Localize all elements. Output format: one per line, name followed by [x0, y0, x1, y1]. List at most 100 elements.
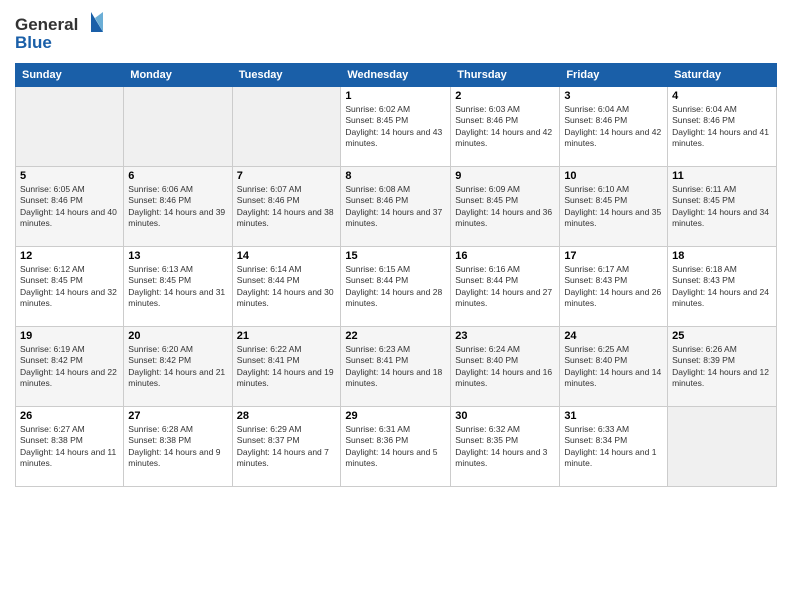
day-cell: 15Sunrise: 6:15 AMSunset: 8:44 PMDayligh…	[341, 247, 451, 327]
day-number: 5	[20, 170, 119, 182]
day-info: Sunrise: 6:25 AMSunset: 8:40 PMDaylight:…	[564, 344, 663, 390]
week-row-2: 5 Sunrise: 6:05 AMSunset: 8:46 PMDaylight…	[16, 167, 777, 247]
day-info: Sunrise: 6:13 AMSunset: 8:45 PMDaylight:…	[128, 264, 227, 310]
day-info: Sunrise: 6:20 AMSunset: 8:42 PMDaylight:…	[128, 344, 227, 390]
day-cell: 16Sunrise: 6:16 AMSunset: 8:44 PMDayligh…	[451, 247, 560, 327]
day-number: 10	[564, 170, 663, 182]
day-cell: 22 Sunrise: 6:23 AMSunset: 8:41 PMDayligh…	[341, 327, 451, 407]
day-info: Sunrise: 6:33 AMSunset: 8:34 PMDaylight:…	[564, 424, 663, 470]
day-info: Sunrise: 6:26 AMSunset: 8:39 PMDaylight:…	[672, 344, 772, 390]
day-info: Sunrise: 6:11 AMSunset: 8:45 PMDaylight:…	[672, 184, 772, 230]
weekday-header-thursday: Thursday	[451, 64, 560, 87]
svg-text:Blue: Blue	[15, 33, 52, 52]
day-info: Sunrise: 6:16 AMSunset: 8:44 PMDaylight:…	[455, 264, 555, 310]
day-number: 20	[128, 330, 227, 342]
weekday-header-saturday: Saturday	[668, 64, 777, 87]
day-cell: 13 Sunrise: 6:13 AMSunset: 8:45 PMDayligh…	[124, 247, 232, 327]
day-info: Sunrise: 6:04 AMSunset: 8:46 PMDaylight:…	[564, 104, 663, 150]
svg-text:General: General	[15, 15, 78, 34]
day-number: 7	[237, 170, 337, 182]
day-info: Sunrise: 6:07 AMSunset: 8:46 PMDaylight:…	[237, 184, 337, 230]
day-cell: 3 Sunrise: 6:04 AMSunset: 8:46 PMDaylight…	[560, 87, 668, 167]
day-cell: 9 Sunrise: 6:09 AMSunset: 8:45 PMDaylight…	[451, 167, 560, 247]
day-number: 29	[345, 410, 446, 422]
day-number: 23	[455, 330, 555, 342]
day-cell: 7 Sunrise: 6:07 AMSunset: 8:46 PMDaylight…	[232, 167, 341, 247]
day-info: Sunrise: 6:02 AMSunset: 8:45 PMDaylight:…	[345, 104, 446, 150]
day-info: Sunrise: 6:31 AMSunset: 8:36 PMDaylight:…	[345, 424, 446, 470]
day-number: 24	[564, 330, 663, 342]
day-info: Sunrise: 6:28 AMSunset: 8:38 PMDaylight:…	[128, 424, 227, 470]
day-cell: 26 Sunrise: 6:27 AMSunset: 8:38 PMDayligh…	[16, 407, 124, 487]
day-info: Sunrise: 6:29 AMSunset: 8:37 PMDaylight:…	[237, 424, 337, 470]
logo: General Blue	[15, 10, 105, 55]
header: General Blue	[15, 10, 777, 55]
day-number: 14	[237, 250, 337, 262]
day-cell: 20 Sunrise: 6:20 AMSunset: 8:42 PMDayligh…	[124, 327, 232, 407]
day-info: Sunrise: 6:17 AMSunset: 8:43 PMDaylight:…	[564, 264, 663, 310]
day-info: Sunrise: 6:03 AMSunset: 8:46 PMDaylight:…	[455, 104, 555, 150]
day-info: Sunrise: 6:27 AMSunset: 8:38 PMDaylight:…	[20, 424, 119, 470]
day-number: 15	[345, 250, 446, 262]
day-number: 8	[345, 170, 446, 182]
day-number: 19	[20, 330, 119, 342]
day-info: Sunrise: 6:23 AMSunset: 8:41 PMDaylight:…	[345, 344, 446, 390]
day-cell: 21 Sunrise: 6:22 AMSunset: 8:41 PMDayligh…	[232, 327, 341, 407]
day-cell: 6 Sunrise: 6:06 AMSunset: 8:46 PMDaylight…	[124, 167, 232, 247]
day-cell: 12 Sunrise: 6:12 AMSunset: 8:45 PMDayligh…	[16, 247, 124, 327]
day-cell	[668, 407, 777, 487]
day-info: Sunrise: 6:05 AMSunset: 8:46 PMDaylight:…	[20, 184, 119, 230]
day-number: 6	[128, 170, 227, 182]
day-cell: 30 Sunrise: 6:32 AMSunset: 8:35 PMDayligh…	[451, 407, 560, 487]
day-number: 30	[455, 410, 555, 422]
day-cell: 11 Sunrise: 6:11 AMSunset: 8:45 PMDayligh…	[668, 167, 777, 247]
day-number: 13	[128, 250, 227, 262]
day-info: Sunrise: 6:22 AMSunset: 8:41 PMDaylight:…	[237, 344, 337, 390]
day-number: 26	[20, 410, 119, 422]
day-info: Sunrise: 6:04 AMSunset: 8:46 PMDaylight:…	[672, 104, 772, 150]
day-info: Sunrise: 6:18 AMSunset: 8:43 PMDaylight:…	[672, 264, 772, 310]
day-cell: 31Sunrise: 6:33 AMSunset: 8:34 PMDayligh…	[560, 407, 668, 487]
day-number: 11	[672, 170, 772, 182]
day-number: 3	[564, 90, 663, 102]
day-number: 9	[455, 170, 555, 182]
day-info: Sunrise: 6:09 AMSunset: 8:45 PMDaylight:…	[455, 184, 555, 230]
day-number: 27	[128, 410, 227, 422]
day-cell: 5 Sunrise: 6:05 AMSunset: 8:46 PMDaylight…	[16, 167, 124, 247]
day-cell: 1 Sunrise: 6:02 AMSunset: 8:45 PMDaylight…	[341, 87, 451, 167]
day-cell: 17 Sunrise: 6:17 AMSunset: 8:43 PMDayligh…	[560, 247, 668, 327]
day-info: Sunrise: 6:06 AMSunset: 8:46 PMDaylight:…	[128, 184, 227, 230]
day-number: 21	[237, 330, 337, 342]
weekday-header-monday: Monday	[124, 64, 232, 87]
day-cell: 27 Sunrise: 6:28 AMSunset: 8:38 PMDayligh…	[124, 407, 232, 487]
day-number: 28	[237, 410, 337, 422]
day-number: 17	[564, 250, 663, 262]
day-cell: 4 Sunrise: 6:04 AMSunset: 8:46 PMDaylight…	[668, 87, 777, 167]
day-cell: 25 Sunrise: 6:26 AMSunset: 8:39 PMDayligh…	[668, 327, 777, 407]
day-cell: 23 Sunrise: 6:24 AMSunset: 8:40 PMDayligh…	[451, 327, 560, 407]
weekday-header-tuesday: Tuesday	[232, 64, 341, 87]
day-cell	[232, 87, 341, 167]
day-info: Sunrise: 6:10 AMSunset: 8:45 PMDaylight:…	[564, 184, 663, 230]
weekday-header-friday: Friday	[560, 64, 668, 87]
day-number: 25	[672, 330, 772, 342]
day-cell	[124, 87, 232, 167]
day-info: Sunrise: 6:14 AMSunset: 8:44 PMDaylight:…	[237, 264, 337, 310]
day-info: Sunrise: 6:24 AMSunset: 8:40 PMDaylight:…	[455, 344, 555, 390]
day-number: 12	[20, 250, 119, 262]
weekday-header-wednesday: Wednesday	[341, 64, 451, 87]
calendar-table: SundayMondayTuesdayWednesdayThursdayFrid…	[15, 63, 777, 487]
week-row-4: 19Sunrise: 6:19 AMSunset: 8:42 PMDayligh…	[16, 327, 777, 407]
day-cell: 10 Sunrise: 6:10 AMSunset: 8:45 PMDayligh…	[560, 167, 668, 247]
day-number: 4	[672, 90, 772, 102]
day-cell: 19Sunrise: 6:19 AMSunset: 8:42 PMDayligh…	[16, 327, 124, 407]
day-info: Sunrise: 6:12 AMSunset: 8:45 PMDaylight:…	[20, 264, 119, 310]
day-info: Sunrise: 6:32 AMSunset: 8:35 PMDaylight:…	[455, 424, 555, 470]
day-info: Sunrise: 6:08 AMSunset: 8:46 PMDaylight:…	[345, 184, 446, 230]
day-cell: 8 Sunrise: 6:08 AMSunset: 8:46 PMDaylight…	[341, 167, 451, 247]
day-cell: 14 Sunrise: 6:14 AMSunset: 8:44 PMDayligh…	[232, 247, 341, 327]
day-number: 2	[455, 90, 555, 102]
day-number: 1	[345, 90, 446, 102]
day-cell	[16, 87, 124, 167]
day-number: 22	[345, 330, 446, 342]
